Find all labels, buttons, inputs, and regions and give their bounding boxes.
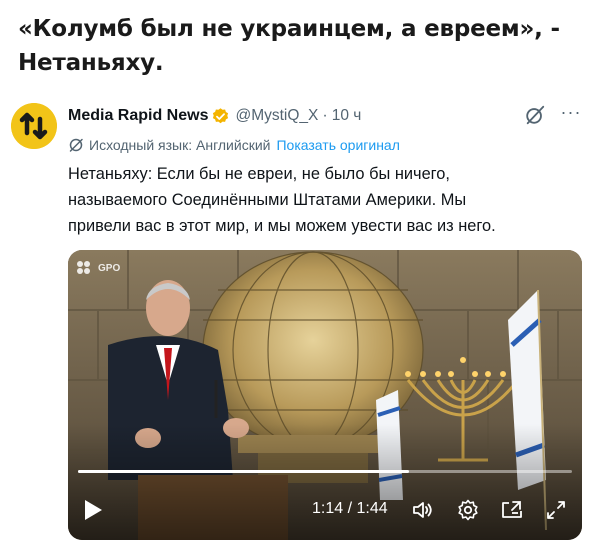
- play-icon[interactable]: [82, 498, 104, 522]
- verified-badge-icon[interactable]: [211, 107, 230, 126]
- video-time-readout: 1:14 / 1:44: [312, 500, 388, 518]
- tweet-time[interactable]: 10 ч: [332, 107, 362, 125]
- article-headline: «Колумб был не украинцем, а евреем», - Н…: [18, 12, 588, 80]
- author-name[interactable]: Media Rapid News: [68, 107, 208, 125]
- avatar-logo-icon: [11, 103, 57, 149]
- pip-icon[interactable]: [500, 498, 524, 522]
- gpo-watermark: GPO: [76, 260, 120, 274]
- translation-notice: Исходный язык: Английский Показать ориги…: [68, 135, 400, 155]
- tweet-author-row: Media Rapid News @MystiQ_X · 10 ч: [68, 104, 361, 128]
- tweet-text-line: называемого Соединёнными Штатами Америки…: [68, 191, 467, 209]
- more-options-icon[interactable]: ···: [558, 102, 584, 124]
- gpo-logo-icon: [77, 261, 90, 274]
- video-progress-bar[interactable]: [78, 470, 572, 473]
- time-separator: /: [343, 500, 357, 517]
- tweet-text-line: привели вас в этот мир, и мы можем увест…: [68, 217, 496, 235]
- headline-line-2: Нетаньяху.: [18, 50, 164, 76]
- avatar[interactable]: [11, 103, 57, 149]
- headline-line-1: «Колумб был не украинцем, а евреем», -: [18, 16, 560, 42]
- grok-icon[interactable]: [524, 104, 546, 126]
- dot-separator: ·: [322, 107, 328, 124]
- translate-label: Исходный язык: Английский: [89, 137, 271, 153]
- show-original-link[interactable]: Показать оригинал: [276, 137, 399, 153]
- volume-icon[interactable]: [411, 498, 435, 522]
- author-handle[interactable]: @MystiQ_X: [235, 107, 318, 125]
- settings-icon[interactable]: [456, 498, 480, 522]
- tweet-text-line: Нетаньяху: Если бы не евреи, не было бы …: [68, 165, 450, 183]
- video-progress-fill: [78, 470, 409, 473]
- video-controls: 1:14 / 1:44: [68, 492, 582, 532]
- gpo-watermark-text: GPO: [98, 263, 121, 274]
- video-player[interactable]: GPO 1:14 / 1:44: [68, 250, 582, 540]
- video-duration: 1:44: [356, 500, 388, 517]
- video-current-time: 1:14: [312, 500, 344, 517]
- tweet-text: Нетаньяху: Если бы не евреи, не было бы …: [68, 161, 588, 239]
- fullscreen-icon[interactable]: [544, 498, 568, 522]
- translate-icon: [69, 138, 83, 152]
